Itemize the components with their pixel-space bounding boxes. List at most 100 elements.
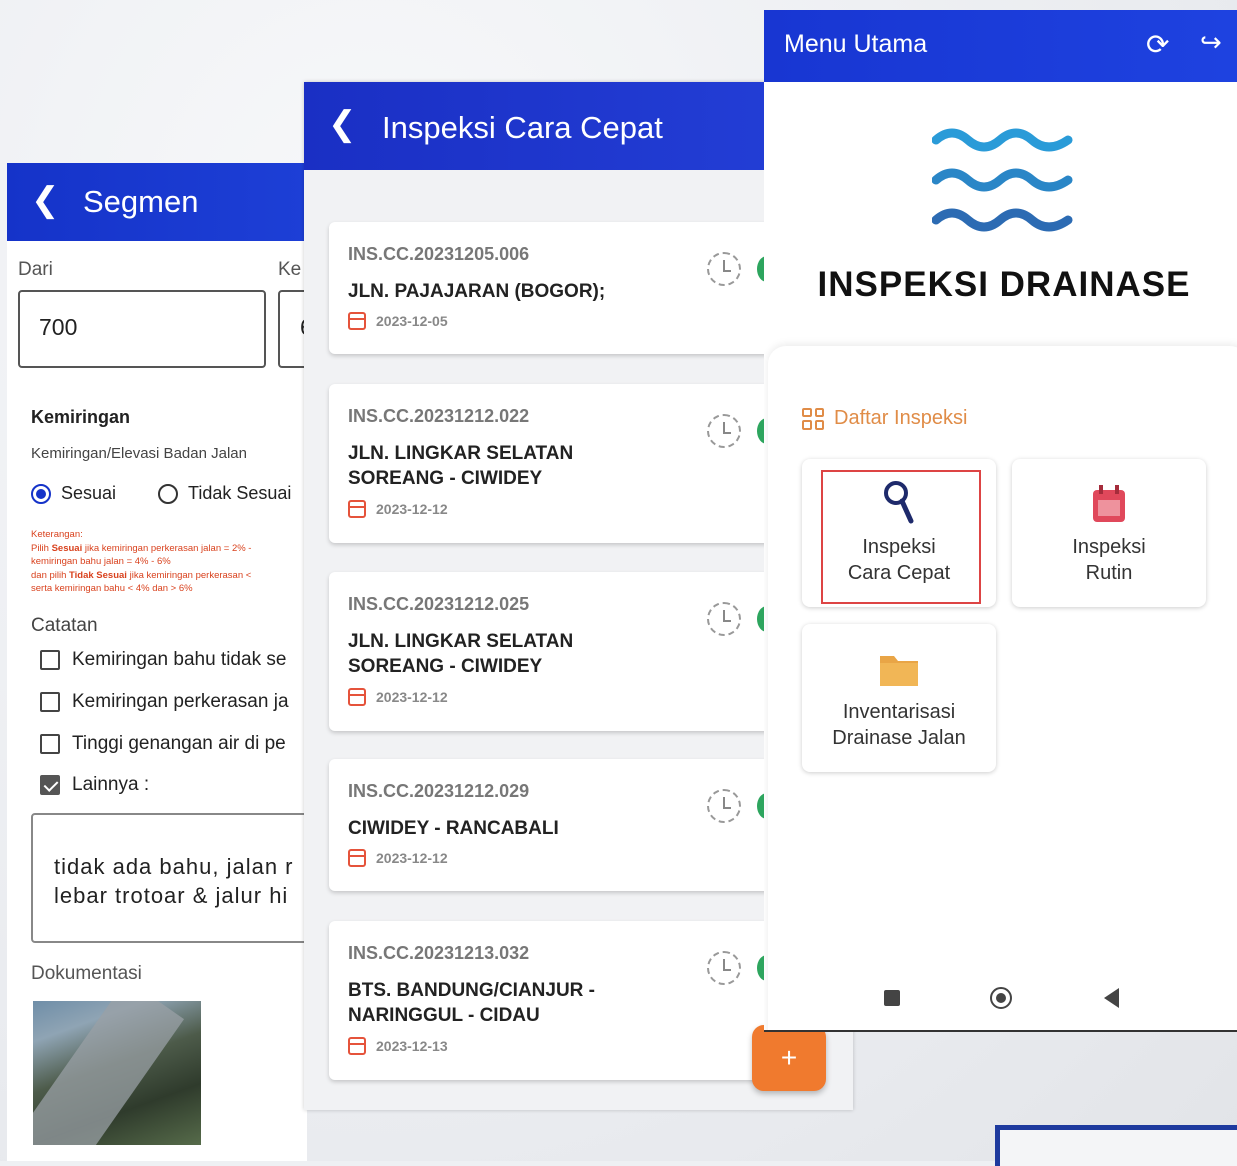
- search-icon: [884, 481, 914, 524]
- date-text: 2023-12-12: [376, 850, 448, 866]
- inspection-code: INS.CC.20231213.032: [348, 943, 530, 963]
- tile-label: Inspeksi Cara Cepat: [847, 536, 951, 584]
- app-brand: INSPEKSI DRAINASE: [817, 265, 1191, 304]
- documentation-photo[interactable]: [33, 1001, 201, 1145]
- radio-unselected-icon: [158, 483, 178, 504]
- tile-inspeksi-rutin[interactable]: Inspeksi Rutin: [1012, 459, 1206, 607]
- checkbox-item[interactable]: Kemiringan bahu tidak se: [40, 649, 286, 671]
- catatan-label: Catatan: [31, 615, 98, 636]
- checkbox-icon: [40, 734, 60, 754]
- date-text: 2023-12-12: [376, 689, 448, 705]
- logout-icon[interactable]: ↪: [1200, 27, 1222, 58]
- inspection-road: JLN. LINGKAR SELATAN SOREANG - CIWIDEY: [348, 631, 574, 677]
- dokumentasi-label: Dokumentasi: [31, 963, 142, 984]
- ke-label: Ke: [278, 259, 302, 280]
- inspection-road: JLN. LINGKAR SELATAN SOREANG - CIWIDEY: [348, 443, 574, 489]
- inspection-date: 2023-12-13: [348, 1037, 448, 1055]
- inspection-road: BTS. BANDUNG/CIANJUR - NARINGGUL - CIDAU: [348, 980, 595, 1026]
- menu-appbar: Menu Utama ⟳ ↪: [764, 10, 1237, 82]
- clock-icon: [707, 414, 741, 448]
- ke-input[interactable]: 6: [278, 290, 307, 368]
- inspection-date: 2023-12-05: [348, 312, 448, 330]
- home-icon[interactable]: [990, 987, 1012, 1009]
- system-nav-bar: [764, 976, 1237, 1016]
- checkbox-icon: [40, 692, 60, 712]
- notes-text: tidak ada bahu, jalan r lebar trotoar & …: [54, 854, 294, 908]
- inspection-card[interactable]: INS.CC.20231212.022 JLN. LINGKAR SELATAN…: [329, 384, 799, 543]
- sync-icon[interactable]: ⟳: [1146, 28, 1169, 61]
- clock-icon: [707, 951, 741, 985]
- inspection-card[interactable]: INS.CC.20231212.029 CIWIDEY - RANCABALI …: [329, 759, 799, 891]
- chevron-left-icon[interactable]: ❮: [328, 107, 357, 141]
- calendar-icon: [348, 1037, 366, 1055]
- grid-icon: [802, 407, 824, 430]
- checkbox-label: Kemiringan perkerasan ja: [72, 691, 289, 712]
- checkbox-label: Tinggi genangan air di pe: [72, 733, 286, 754]
- segmen-screen: ❮ Segmen Dari Ke 700 6 Kemiringan Kemiri…: [7, 163, 307, 1161]
- inspection-date: 2023-12-12: [348, 500, 448, 518]
- inspection-date: 2023-12-12: [348, 688, 448, 706]
- add-inspection-button[interactable]: +: [752, 1025, 826, 1091]
- dari-label: Dari: [18, 259, 53, 280]
- waves-logo-icon: [932, 128, 1073, 232]
- dari-value: 700: [39, 314, 78, 340]
- page-title: Segmen: [83, 184, 199, 219]
- inspection-road: JLN. PAJAJARAN (BOGOR);: [348, 281, 606, 302]
- inspection-card[interactable]: INS.CC.20231205.006 JLN. PAJAJARAN (BOGO…: [329, 222, 799, 354]
- calendar-icon: [348, 500, 366, 518]
- back-icon[interactable]: [1104, 988, 1119, 1008]
- note-line: dan pilih Tidak Sesuai jika kemiringan p…: [31, 569, 252, 581]
- note-heading: Keterangan:: [31, 529, 83, 540]
- inspection-code: INS.CC.20231212.022: [348, 406, 530, 426]
- calendar-icon: [348, 312, 366, 330]
- calendar-icon: [348, 688, 366, 706]
- list-heading-label: Daftar Inspeksi: [834, 407, 968, 429]
- checkbox-icon: [40, 650, 60, 670]
- recent-apps-icon[interactable]: [884, 990, 900, 1006]
- note-line: kemiringan bahu jalan = 4% - 6%: [31, 556, 171, 567]
- clock-icon: [707, 252, 741, 286]
- inspection-date: 2023-12-12: [348, 849, 448, 867]
- radio-selected-icon: [31, 483, 51, 504]
- radio-tidak-sesuai[interactable]: Tidak Sesuai: [158, 483, 291, 504]
- note-line: Pilih Sesuai jika kemiringan perkerasan …: [31, 542, 252, 554]
- date-text: 2023-12-05: [376, 313, 448, 329]
- tile-inspeksi-cara-cepat[interactable]: Inspeksi Cara Cepat: [802, 459, 996, 607]
- inspection-card[interactable]: INS.CC.20231212.025 JLN. LINGKAR SELATAN…: [329, 572, 799, 731]
- section-title: Kemiringan: [31, 407, 131, 427]
- checkbox-item[interactable]: Tinggi genangan air di pe: [40, 733, 286, 755]
- tile-inventarisasi[interactable]: Inventarisasi Drainase Jalan: [802, 624, 996, 772]
- keterangan-note: Keterangan: Pilih Sesuai jika kemiringan…: [31, 528, 307, 596]
- page-title: Menu Utama: [784, 30, 928, 58]
- inspection-code: INS.CC.20231212.029: [348, 781, 530, 801]
- list-heading: Daftar Inspeksi: [802, 407, 967, 430]
- checkbox-item[interactable]: Lainnya :: [40, 774, 149, 796]
- checkbox-label: Lainnya :: [72, 774, 150, 795]
- segmen-appbar: ❮ Segmen: [7, 163, 307, 241]
- folder-icon: [880, 656, 918, 686]
- section-subtitle: Kemiringan/Elevasi Badan Jalan: [31, 445, 247, 462]
- menu-utama-screen: Menu Utama ⟳ ↪ INSPEKSI DRAINASE Daftar …: [764, 10, 1237, 1032]
- note-line: serta kemiringan bahu < 4% dan > 6%: [31, 583, 193, 594]
- radio-sesuai[interactable]: Sesuai: [31, 483, 116, 504]
- date-text: 2023-12-12: [376, 501, 448, 517]
- checkbox-checked-icon: [40, 775, 60, 795]
- date-text: 2023-12-13: [376, 1038, 448, 1054]
- radio-label: Sesuai: [61, 483, 117, 503]
- inspection-code: INS.CC.20231205.006: [348, 244, 530, 264]
- dari-input[interactable]: 700: [18, 290, 266, 368]
- inspection-road: CIWIDEY - RANCABALI: [348, 818, 559, 839]
- tile-label: Inspeksi Rutin: [1072, 536, 1146, 584]
- inspection-card[interactable]: INS.CC.20231213.032 BTS. BANDUNG/CIANJUR…: [329, 921, 799, 1080]
- inspection-code: INS.CC.20231212.025: [348, 594, 530, 614]
- page-title: Inspeksi Cara Cepat: [382, 110, 663, 145]
- calendar-icon: [1093, 485, 1125, 522]
- notes-textarea[interactable]: tidak ada bahu, jalan r lebar trotoar & …: [31, 813, 307, 943]
- background-frame: [995, 1125, 1237, 1166]
- checkbox-item[interactable]: Kemiringan perkerasan ja: [40, 691, 289, 713]
- checkbox-label: Kemiringan bahu tidak se: [72, 649, 287, 670]
- chevron-left-icon[interactable]: ❮: [31, 183, 60, 217]
- calendar-icon: [348, 849, 366, 867]
- radio-label: Tidak Sesuai: [188, 483, 292, 503]
- tile-label: Inventarisasi Drainase Jalan: [832, 701, 966, 749]
